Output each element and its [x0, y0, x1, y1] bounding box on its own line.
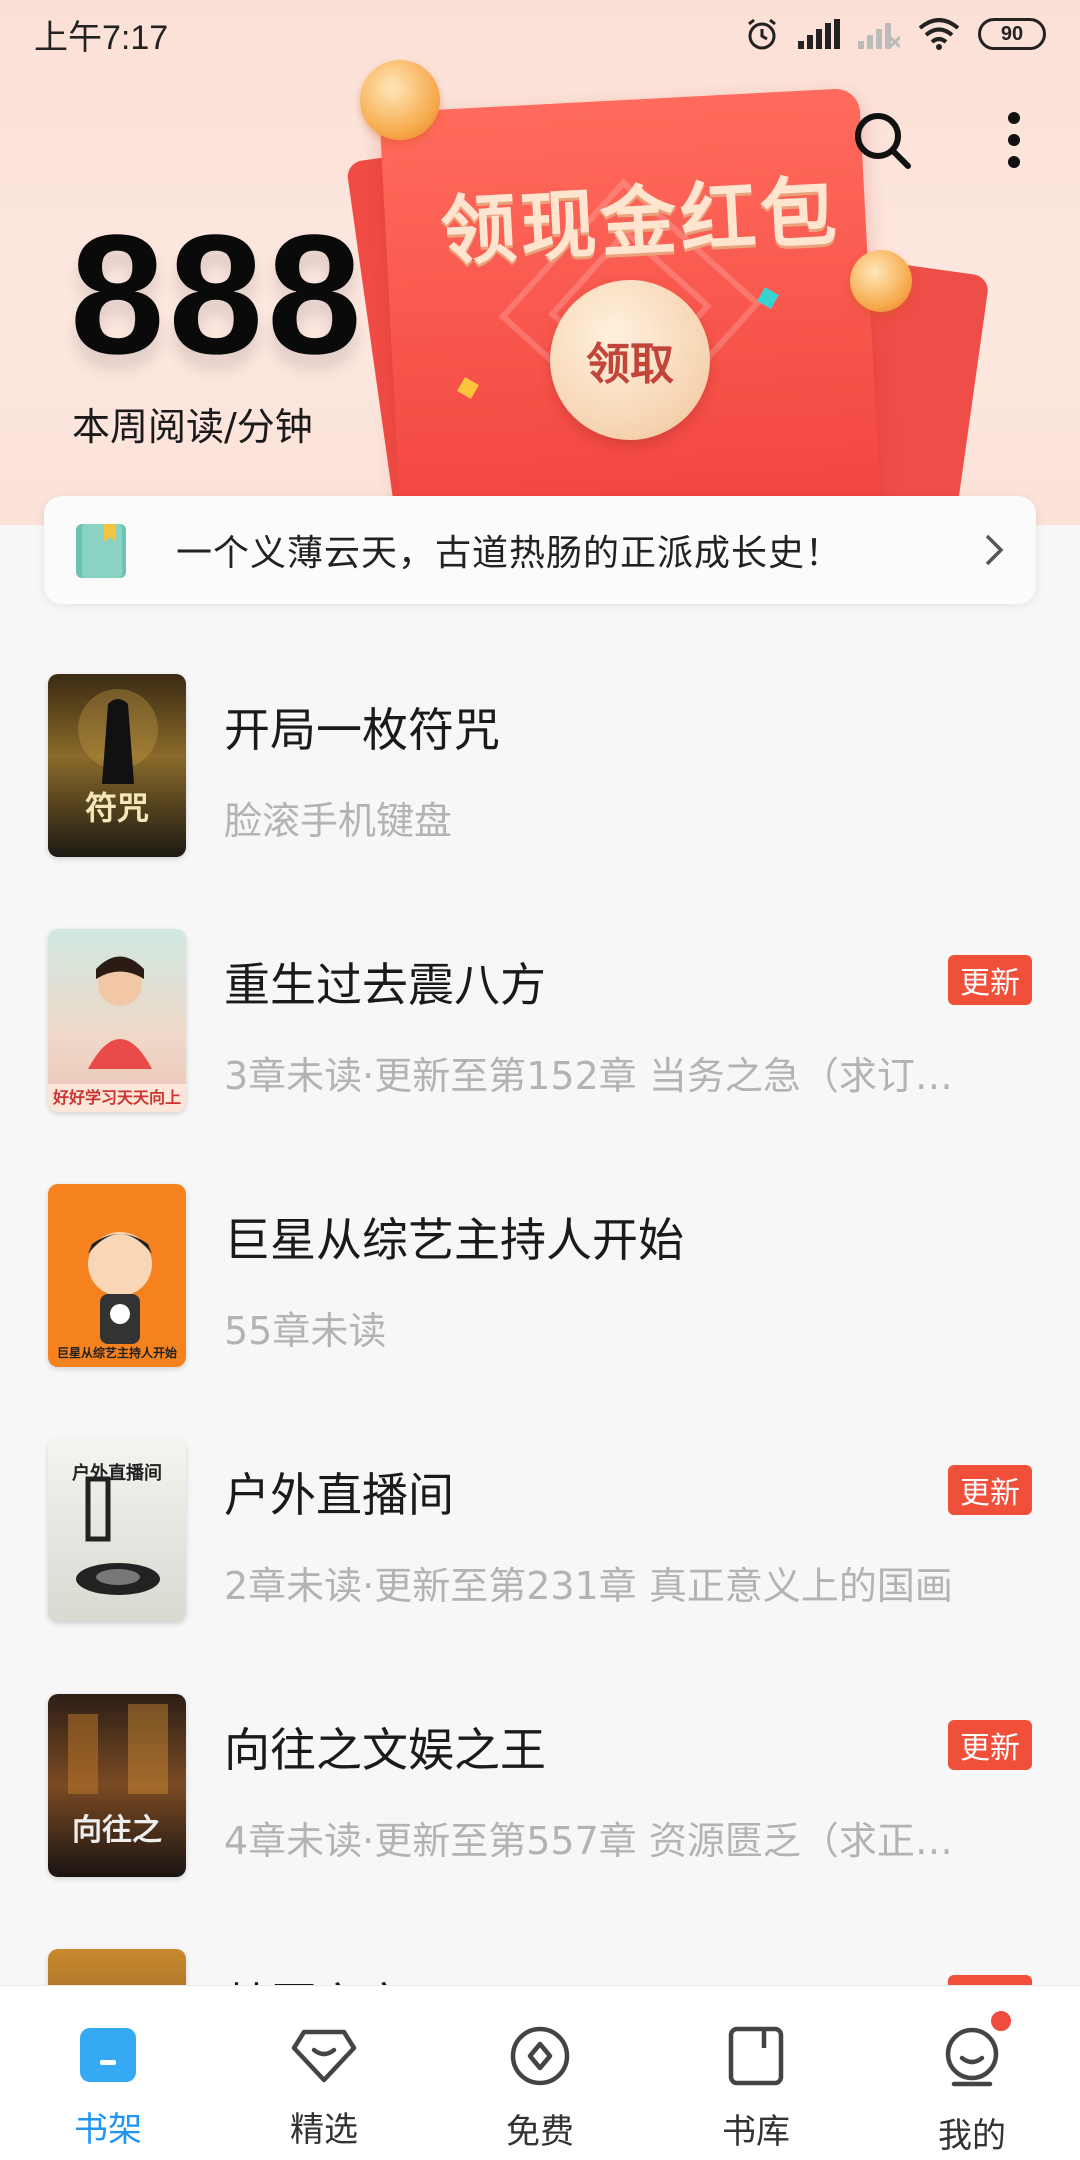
- update-badge: 更新: [948, 1465, 1032, 1515]
- book-title: 户外直播间: [224, 1468, 454, 1522]
- signal-off-icon: [858, 23, 900, 49]
- nav-bookshelf[interactable]: 书架: [0, 1986, 216, 2160]
- claim-button[interactable]: 领取: [550, 280, 710, 440]
- book-item[interactable]: 巨星从综艺主持人开始 巨星从综艺主持人开始 55章未读: [0, 1160, 1080, 1415]
- update-badge: 更新: [948, 955, 1032, 1005]
- cover-text: 巨星从综艺主持人开始: [56, 1346, 177, 1360]
- book-title: 巨星从综艺主持人开始: [224, 1213, 684, 1267]
- update-badge: 更新: [948, 1720, 1032, 1770]
- coin-icon: [510, 2026, 570, 2086]
- book-cover: 符咒: [48, 674, 186, 857]
- profile-icon: [945, 2027, 999, 2087]
- cover-text: 好好学习天天向上: [52, 1088, 181, 1107]
- book-cover: 户外直播间: [48, 1439, 186, 1622]
- nav-label: 书库: [722, 2112, 790, 2152]
- cover-text: 户外直播间: [72, 1463, 162, 1484]
- nav-label: 免费: [506, 2112, 574, 2152]
- book-subtitle: 脸滚手机键盘: [224, 799, 453, 843]
- bottom-navigation: 书架 精选 免费 书库 我的: [0, 1985, 1080, 2160]
- battery-indicator: 90: [978, 18, 1046, 50]
- book-subtitle: 55章未读: [224, 1309, 387, 1353]
- book-subtitle: 4章未读·更新至第557章 资源匮乏（求正…: [224, 1819, 953, 1863]
- coin-icon: [850, 250, 912, 312]
- book-subtitle: 3章未读·更新至第152章 当务之急（求订…: [224, 1054, 953, 1098]
- alarm-icon: [748, 18, 776, 50]
- nav-label: 书架: [74, 2110, 142, 2150]
- bookshelf-list: 符咒 开局一枚符咒 脸滚手机键盘 好好学习天天向上 重生过去震八方 3章未读·更…: [0, 650, 1080, 2160]
- recommendation-text: 一个义薄云天，古道热肠的正派成长史！: [176, 533, 843, 574]
- coin-icon: [360, 60, 440, 140]
- weekly-reading-minutes: 888: [70, 200, 366, 390]
- envelope-title: 领现金红包: [438, 166, 843, 277]
- book-icon: [76, 524, 126, 578]
- cover-text: 向往之: [72, 1813, 162, 1848]
- nav-label: 我的: [938, 2116, 1006, 2156]
- search-button[interactable]: [842, 100, 922, 180]
- library-icon: [728, 2026, 784, 2086]
- header-banner: 上午7:17 90 领现金红包 领取 888 本周阅读/分钟: [0, 0, 1080, 525]
- book-title: 开局一枚符咒: [224, 703, 500, 757]
- nav-label: 精选: [290, 2110, 358, 2150]
- book-cover: 向往之: [48, 1694, 186, 1877]
- book-title: 重生过去震八方: [224, 958, 546, 1012]
- diamond-icon: [291, 2029, 357, 2083]
- signal-icon: [798, 19, 840, 49]
- more-menu-button[interactable]: [974, 100, 1054, 180]
- nav-featured[interactable]: 精选: [216, 1986, 432, 2160]
- book-title: 向往之文娱之王: [224, 1723, 546, 1777]
- book-item[interactable]: 向往之 向往之文娱之王 4章未读·更新至第557章 资源匮乏（求正… 更新: [0, 1670, 1080, 1925]
- book-item[interactable]: 户外直播间 户外直播间 2章未读·更新至第231章 真正意义上的国画 更新: [0, 1415, 1080, 1670]
- weekly-reading-label: 本周阅读/分钟: [72, 405, 313, 449]
- nav-free[interactable]: 免费: [432, 1986, 648, 2160]
- chevron-right-icon: [985, 534, 1004, 566]
- book-cover: 好好学习天天向上: [48, 929, 186, 1112]
- nav-profile[interactable]: 我的: [864, 1986, 1080, 2160]
- book-subtitle: 2章未读·更新至第231章 真正意义上的国画: [224, 1564, 953, 1608]
- book-item[interactable]: 好好学习天天向上 重生过去震八方 3章未读·更新至第152章 当务之急（求订… …: [0, 905, 1080, 1160]
- nav-library[interactable]: 书库: [648, 1986, 864, 2160]
- status-icons: 90: [744, 16, 1046, 52]
- bookshelf-icon: [80, 2028, 136, 2082]
- book-cover: 巨星从综艺主持人开始: [48, 1184, 186, 1367]
- cover-text: 符咒: [84, 789, 149, 827]
- battery-level: 90: [1000, 22, 1024, 45]
- book-item[interactable]: 符咒 开局一枚符咒 脸滚手机键盘: [0, 650, 1080, 905]
- more-vertical-icon: [1008, 112, 1020, 168]
- status-time: 上午7:17: [34, 18, 169, 57]
- search-icon: [855, 113, 911, 169]
- notification-dot: [988, 2008, 1014, 2034]
- recommendation-banner[interactable]: 一个义薄云天，古道热肠的正派成长史！: [44, 496, 1036, 604]
- status-bar: 上午7:17 90: [0, 0, 1080, 68]
- wifi-icon: [918, 18, 960, 50]
